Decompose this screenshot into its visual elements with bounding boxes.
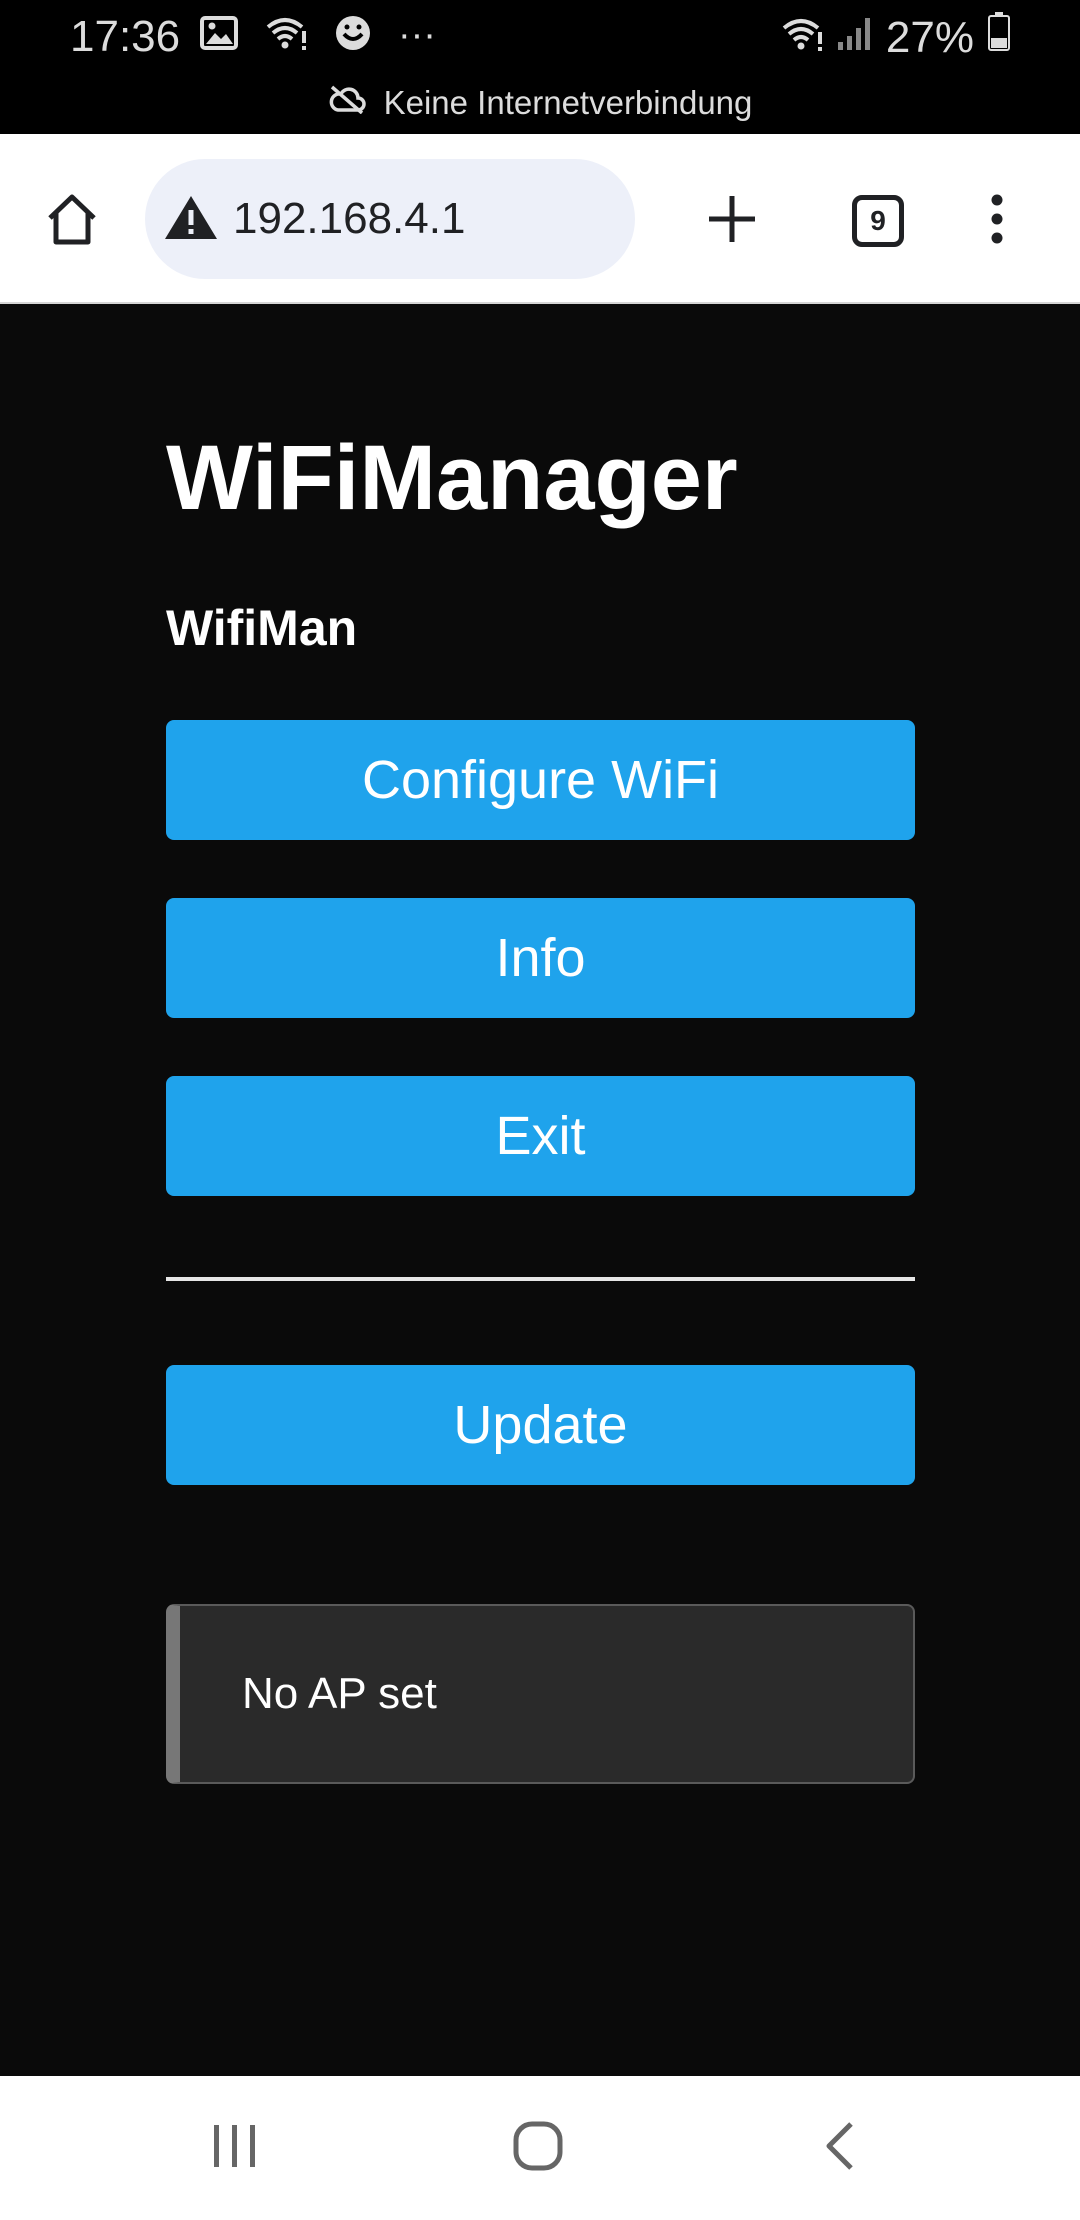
browser-menu-button[interactable] [955,179,1039,263]
connection-notice: Keine Internetverbindung [0,84,1080,122]
navigation-bar [0,2076,1080,2220]
wifi-alert-icon [264,15,308,56]
gallery-icon [200,16,238,55]
wifi-icon [780,13,824,63]
recents-icon [212,2123,258,2174]
system-icons: 27% [780,12,1010,63]
cloud-off-icon [328,84,366,122]
new-tab-button[interactable] [690,179,774,263]
info-button[interactable]: Info [166,898,915,1018]
battery-icon [988,12,1010,63]
status-bar: 17:36 ··· 27% Keine Internetverbindung [0,0,1080,134]
more-notifications-icon: ··· [398,14,436,56]
battery-percent: 27% [885,12,974,62]
more-vertical-icon [989,194,1005,249]
home-button[interactable] [30,179,114,263]
plus-icon [707,194,757,249]
divider [166,1277,915,1281]
smiley-icon [334,14,372,57]
status-message-text: No AP set [242,1669,437,1718]
configure-wifi-button[interactable]: Configure WiFi [166,720,915,840]
home-icon [44,192,100,251]
browser-toolbar: 192.168.4.1 9 [0,134,1080,304]
back-button[interactable] [790,2106,890,2190]
exit-button[interactable]: Exit [166,1076,915,1196]
status-time: 17:36 [70,12,181,61]
address-bar[interactable]: 192.168.4.1 [145,159,635,279]
page-title: WiFiManager [166,427,738,529]
system-home-button[interactable] [488,2106,588,2190]
home-circle-icon [513,2121,563,2176]
notification-icons: ··· [200,14,436,57]
update-button[interactable]: Update [166,1365,915,1485]
device-name: WifiMan [166,600,358,656]
back-icon [823,2121,857,2176]
recent-apps-button[interactable] [185,2106,285,2190]
connection-notice-text: Keine Internetverbindung [383,84,753,121]
url-text: 192.168.4.1 [233,194,466,243]
warning-icon [163,193,219,246]
status-message-box: No AP set [166,1604,915,1784]
page-content: WiFiManager WifiMan Configure WiFi Info … [0,306,1080,2076]
signal-icon [837,13,872,63]
tab-count: 9 [852,195,904,247]
tab-switcher-button[interactable]: 9 [836,179,920,263]
